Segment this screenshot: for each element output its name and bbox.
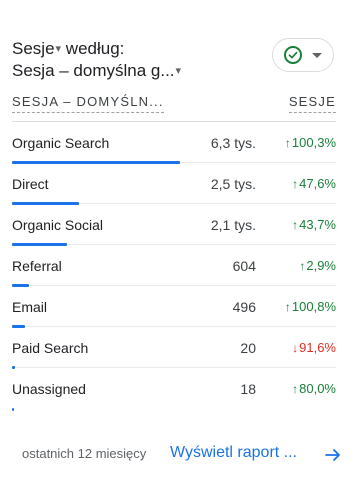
row-sessions-value: 2,5 tys. [210,176,256,192]
row-sessions-value: 18 [240,381,256,397]
arrow-up-icon: ↑ [299,259,306,273]
row-channel-name: Email [12,299,48,315]
row-sessions-value: 20 [240,340,256,356]
column-header-sessions[interactable]: SESJE [288,94,336,113]
dimension-selector-label[interactable]: Sesja – domyślna g... [12,61,175,80]
arrow-down-icon: ↓ [292,341,299,355]
arrow-up-icon: ↑ [292,177,299,191]
row-change-percent: 100,3% [291,135,336,150]
check-circle-icon [284,46,302,64]
row-change-percent: 91,6% [299,340,336,355]
row-channel-name: Paid Search [12,340,89,356]
table-row[interactable]: Referral 604 ↑2,9% [12,245,336,287]
table-row[interactable]: Paid Search 20 ↓91,6% [12,327,336,369]
report-card: Sesje▾ według: Sesja – domyślna g...▾ SE… [0,0,356,500]
title-suffix: według: [61,39,125,58]
date-range-label: ostatnich 12 miesięcy [22,446,147,461]
row-change-percent: 80,0% [299,381,336,396]
row-share-bar [12,408,14,411]
row-channel-name: Organic Social [12,217,104,233]
row-change-value: ↑100,8% [285,299,336,314]
row-sessions-value: 604 [232,258,256,274]
row-change-value: ↑47,6% [292,176,336,191]
row-change-value: ↓91,6% [292,340,336,355]
chevron-down-icon [312,52,322,58]
row-change-value: ↑2,9% [299,258,336,273]
card-header: Sesje▾ według: Sesja – domyślna g...▾ [12,38,344,82]
row-change-percent: 47,6% [299,176,336,191]
row-channel-name: Direct [12,176,49,192]
data-table: Organic Search 6,3 tys. ↑100,3% Direct 2,5 t… [12,122,336,411]
card-footer: ostatnich 12 miesięcy Wyświetl raport ..… [0,440,356,470]
comparison-status-button[interactable] [272,38,334,72]
row-channel-name: Organic Search [12,135,110,151]
row-channel-name: Referral [12,258,62,274]
table-row[interactable]: Email 496 ↑100,8% [12,286,336,328]
row-channel-name: Unassigned [12,381,86,397]
arrow-up-icon: ↑ [292,218,299,232]
row-change-value: ↑80,0% [292,381,336,396]
arrow-right-icon[interactable] [324,446,342,464]
arrow-up-icon: ↑ [292,382,299,396]
column-header-dimension[interactable]: SESJA – DOMYŚLN... [12,94,164,113]
table-row[interactable]: Unassigned 18 ↑80,0% [12,368,336,411]
metric-selector-label[interactable]: Sesje [12,39,55,58]
table-row[interactable]: Organic Search 6,3 tys. ↑100,3% [12,122,336,164]
dimension-dropdown-icon[interactable]: ▾ [176,65,182,77]
row-sessions-value: 6,3 tys. [210,135,256,151]
row-change-value: ↑100,3% [285,135,336,150]
table-header: SESJA – DOMYŚLN... SESJE [12,94,336,116]
row-change-percent: 43,7% [299,217,336,232]
row-sessions-value: 496 [232,299,256,315]
row-sessions-value: 2,1 tys. [210,217,256,233]
arrow-up-icon: ↑ [284,300,291,314]
table-row[interactable]: Direct 2,5 tys. ↑47,6% [12,163,336,205]
table-row[interactable]: Organic Social 2,1 tys. ↑43,7% [12,204,336,246]
view-report-link[interactable]: Wyświetl raport ... [170,444,297,462]
row-change-percent: 100,8% [291,299,336,314]
arrow-up-icon: ↑ [284,136,291,150]
row-change-value: ↑43,7% [292,217,336,232]
row-change-percent: 2,9% [306,258,336,273]
